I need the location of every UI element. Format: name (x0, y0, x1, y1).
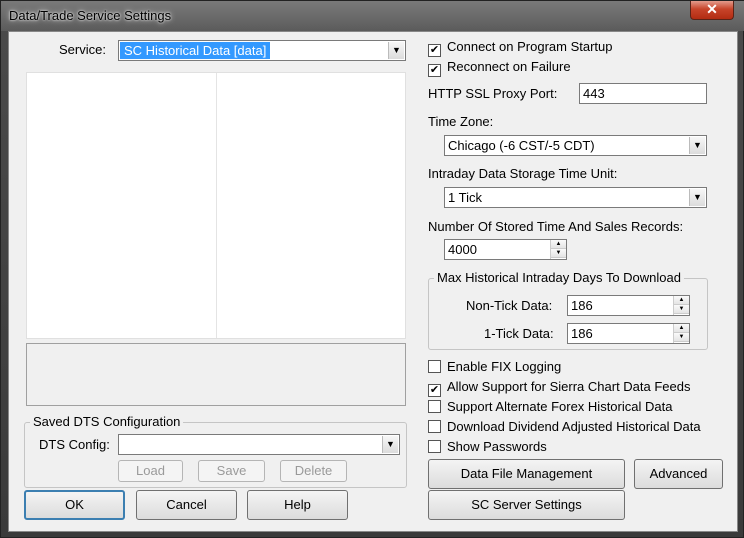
chevron-down-icon[interactable]: ▼ (388, 42, 404, 59)
non-tick-spinner[interactable]: ▲ ▼ (673, 296, 689, 315)
option-label: Show Passwords (447, 439, 547, 454)
checkbox-box: ✔ (428, 384, 441, 397)
spin-up-icon[interactable]: ▲ (551, 240, 566, 249)
option-label: Support Alternate Forex Historical Data (447, 399, 673, 414)
intraday-unit-select[interactable]: 1 Tick ▼ (444, 187, 707, 208)
window-title: Data/Trade Service Settings (9, 8, 172, 23)
time-sales-label: Number Of Stored Time And Sales Records: (428, 219, 684, 234)
spin-down-icon[interactable]: ▼ (551, 249, 566, 258)
sierra-chart-feeds-checkbox[interactable]: ✔ Allow Support for Sierra Chart Data Fee… (428, 379, 691, 397)
dialog-window: Data/Trade Service Settings ✕ Service: S… (0, 0, 744, 538)
checkbox-box (428, 420, 441, 433)
chevron-down-icon[interactable]: ▼ (689, 189, 705, 206)
proxy-port-value: 443 (583, 86, 605, 101)
non-tick-value: 186 (571, 298, 593, 313)
load-button[interactable]: Load (118, 460, 183, 482)
time-zone-value: Chicago (-6 CST/-5 CDT) (448, 138, 595, 153)
time-sales-spinner[interactable]: ▲ ▼ (550, 240, 566, 259)
one-tick-label: 1-Tick Data: (484, 326, 554, 341)
dividend-adjusted-checkbox[interactable]: Download Dividend Adjusted Historical Da… (428, 419, 701, 434)
enable-fix-logging-checkbox[interactable]: Enable FIX Logging (428, 359, 561, 374)
time-zone-select[interactable]: Chicago (-6 CST/-5 CDT) ▼ (444, 135, 707, 156)
checkbox-box (428, 360, 441, 373)
time-zone-label: Time Zone: (428, 114, 494, 129)
help-button[interactable]: Help (247, 490, 348, 520)
alternate-forex-checkbox[interactable]: Support Alternate Forex Historical Data (428, 399, 672, 414)
spin-up-icon[interactable]: ▲ (674, 296, 689, 305)
service-description-box (26, 343, 406, 406)
sc-server-settings-button[interactable]: SC Server Settings (428, 490, 625, 520)
spin-up-icon[interactable]: ▲ (674, 324, 689, 333)
chevron-down-icon[interactable]: ▼ (689, 137, 705, 154)
time-sales-value: 4000 (448, 242, 477, 257)
service-value: SC Historical Data [data] (120, 42, 271, 59)
data-file-management-button[interactable]: Data File Management (428, 459, 625, 489)
connect-on-startup-label: Connect on Program Startup (447, 39, 613, 54)
advanced-button[interactable]: Advanced (634, 459, 723, 489)
intraday-unit-label: Intraday Data Storage Time Unit: (428, 166, 618, 181)
non-tick-input[interactable]: 186 ▲ ▼ (567, 295, 690, 316)
close-icon: ✕ (706, 1, 718, 17)
proxy-port-input[interactable]: 443 (579, 83, 707, 104)
saved-dts-group-title: Saved DTS Configuration (30, 414, 184, 429)
close-button[interactable]: ✕ (690, 1, 734, 20)
save-button[interactable]: Save (198, 460, 265, 482)
dialog-client-area: Service: SC Historical Data [data] ▼ Sav… (8, 31, 738, 532)
checkbox-box: ✔ (428, 64, 441, 77)
title-bar[interactable]: Data/Trade Service Settings ✕ (1, 1, 744, 31)
non-tick-label: Non-Tick Data: (466, 298, 553, 313)
delete-button[interactable]: Delete (280, 460, 347, 482)
service-list-panel[interactable] (26, 72, 406, 339)
ok-button[interactable]: OK (24, 490, 125, 520)
option-label: Allow Support for Sierra Chart Data Feed… (447, 379, 691, 394)
proxy-port-label: HTTP SSL Proxy Port: (428, 86, 558, 101)
time-sales-input[interactable]: 4000 ▲ ▼ (444, 239, 567, 260)
reconnect-on-failure-checkbox[interactable]: ✔ Reconnect on Failure (428, 59, 571, 77)
checkbox-box (428, 440, 441, 453)
service-select[interactable]: SC Historical Data [data] ▼ (118, 40, 406, 61)
checkbox-box: ✔ (428, 44, 441, 57)
one-tick-value: 186 (571, 326, 593, 341)
intraday-unit-value: 1 Tick (448, 190, 482, 205)
checkbox-box (428, 400, 441, 413)
connect-on-startup-checkbox[interactable]: ✔ Connect on Program Startup (428, 39, 612, 57)
cancel-button[interactable]: Cancel (136, 490, 237, 520)
dts-config-select[interactable]: ▼ (118, 434, 400, 455)
service-label: Service: (59, 42, 106, 57)
max-days-group-title: Max Historical Intraday Days To Download (434, 270, 684, 285)
spin-down-icon[interactable]: ▼ (674, 305, 689, 314)
option-label: Download Dividend Adjusted Historical Da… (447, 419, 701, 434)
show-passwords-checkbox[interactable]: Show Passwords (428, 439, 547, 454)
reconnect-on-failure-label: Reconnect on Failure (447, 59, 571, 74)
one-tick-input[interactable]: 186 ▲ ▼ (567, 323, 690, 344)
spin-down-icon[interactable]: ▼ (674, 333, 689, 342)
dts-config-label: DTS Config: (39, 437, 110, 452)
chevron-down-icon[interactable]: ▼ (382, 436, 398, 453)
one-tick-spinner[interactable]: ▲ ▼ (673, 324, 689, 343)
option-label: Enable FIX Logging (447, 359, 562, 374)
pane-divider (216, 73, 217, 338)
